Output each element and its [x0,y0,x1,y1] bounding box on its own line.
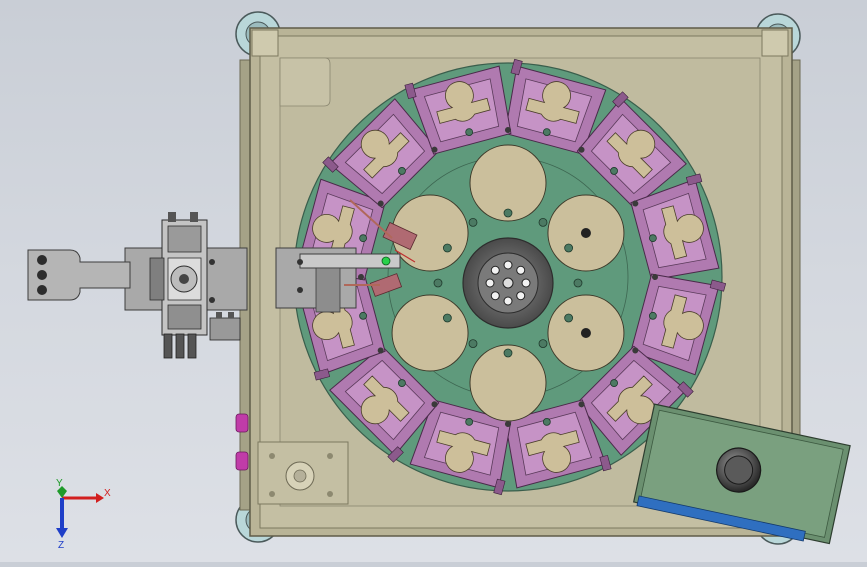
triad-x-label: X [104,488,111,499]
triad-y-label: Y [56,478,63,489]
corner-plate-top-left [279,57,331,107]
triad-z-label: Z [58,540,64,551]
bottom-left-mount-plate [257,441,349,505]
workpiece-disc [391,294,469,372]
assembly-top-view[interactable]: X Y Z [0,0,867,562]
cad-viewport[interactable]: X Y Z [0,0,867,562]
corner-plate-top-right [761,29,789,57]
coordinate-triad: X Y Z [56,478,111,551]
corner-plate-top-left-small [251,29,279,57]
sensor-led-green [381,256,391,266]
